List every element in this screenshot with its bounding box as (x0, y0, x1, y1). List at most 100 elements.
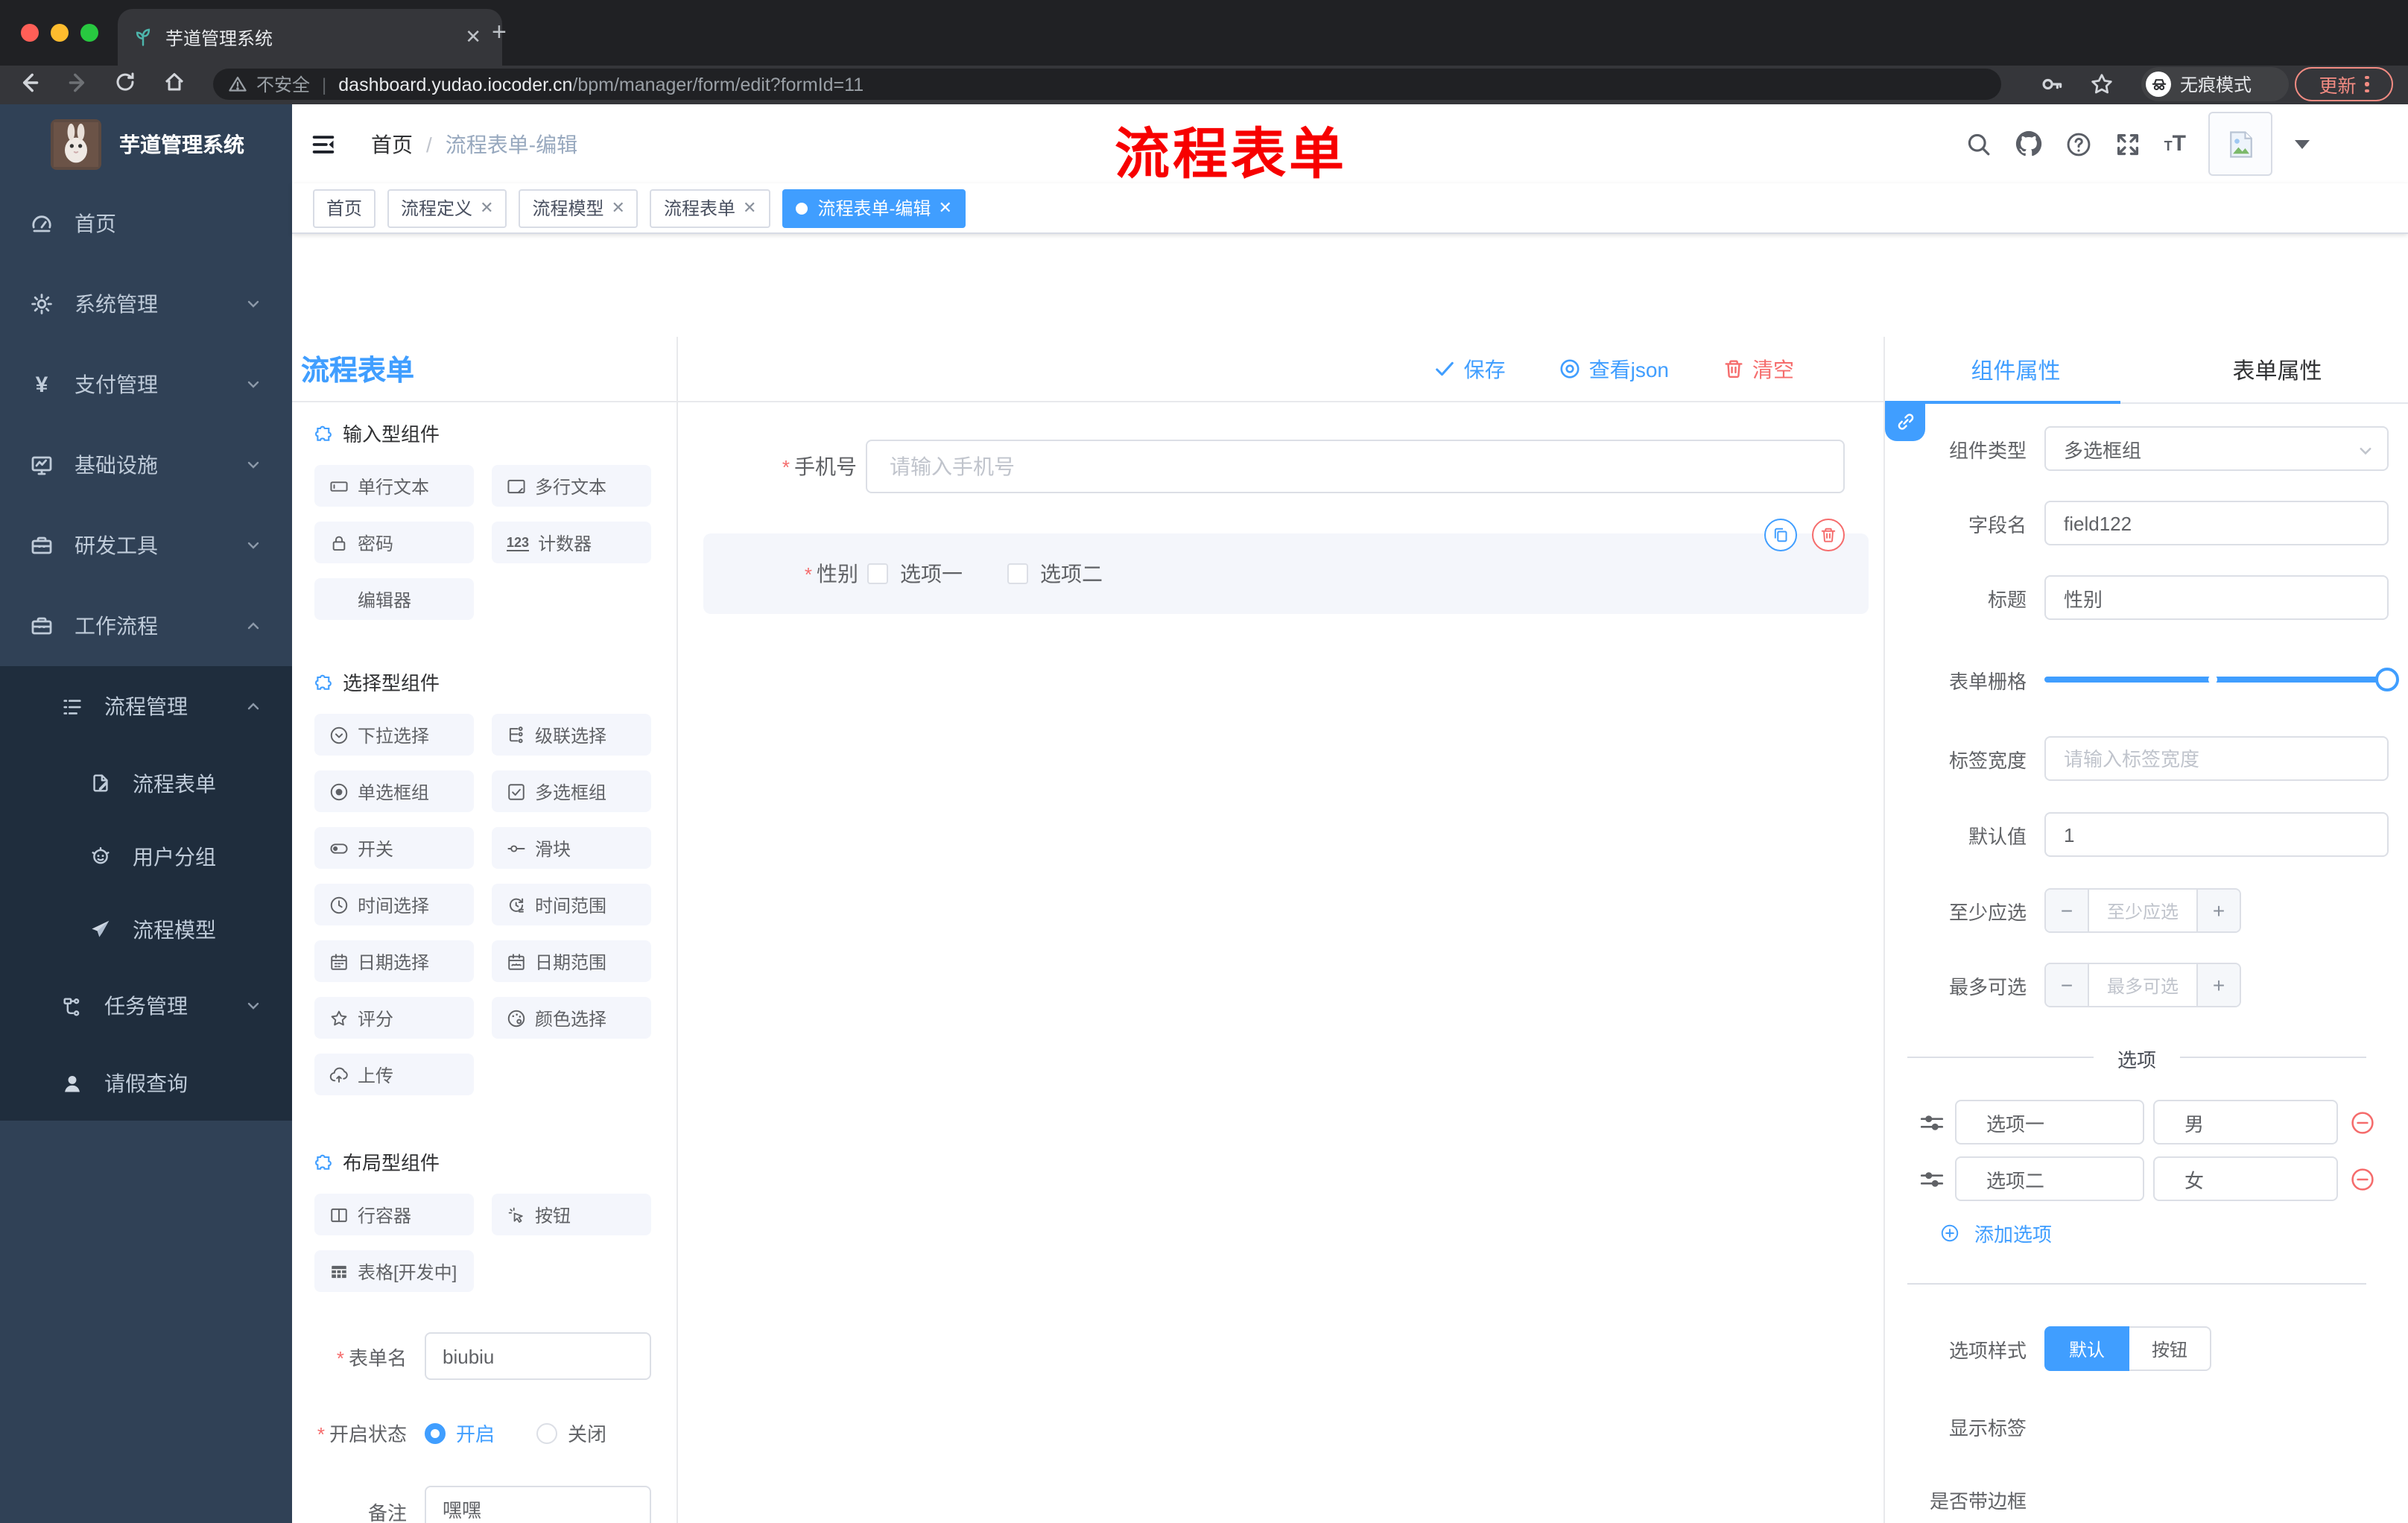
tag-close-icon[interactable]: ✕ (743, 198, 756, 218)
option-1-value-input[interactable] (2153, 1100, 2338, 1144)
style-button-button[interactable]: 按钮 (2129, 1326, 2211, 1371)
style-default-button[interactable]: 默认 (2044, 1326, 2129, 1371)
component-chip-slider[interactable]: 滑块 (492, 827, 651, 869)
component-chip-time-range[interactable]: 时间范围 (492, 884, 651, 925)
label-width-input[interactable] (2044, 736, 2389, 781)
component-chip-row-container[interactable]: 行容器 (314, 1194, 474, 1235)
fullscreen-icon[interactable] (2115, 130, 2142, 157)
option-2-value-input[interactable] (2153, 1156, 2338, 1201)
sidebar-item-payment[interactable]: ¥ 支付管理 (0, 344, 292, 425)
save-button[interactable]: 保存 (1425, 352, 1515, 385)
remove-option-button[interactable] (2350, 1109, 2375, 1135)
component-chip-cascader[interactable]: 级联选择 (492, 714, 651, 756)
field-gender-selected[interactable]: * 性别 选项一 选项二 (703, 519, 1869, 614)
gender-checkbox-1[interactable] (867, 563, 888, 584)
search-icon[interactable] (1966, 130, 1993, 157)
component-chip-date-picker[interactable]: 日期选择 (314, 940, 474, 982)
minimize-window-button[interactable] (51, 24, 69, 42)
sidebar-collapse-icon[interactable] (310, 130, 337, 157)
forward-icon[interactable] (66, 70, 91, 95)
component-chip-upload[interactable]: 上传 (314, 1054, 474, 1095)
sidebar-item-workflow[interactable]: 工作流程 (0, 586, 292, 666)
option-1-label-input[interactable] (1955, 1100, 2144, 1144)
component-chip-button[interactable]: 按钮 (492, 1194, 651, 1235)
stepper-plus-button[interactable]: + (2196, 890, 2240, 931)
tab-close-icon[interactable]: ✕ (459, 25, 487, 49)
component-chip-checkbox-group[interactable]: 多选框组 (492, 770, 651, 812)
password-key-icon[interactable] (2040, 72, 2065, 97)
tag-close-icon[interactable]: ✕ (612, 198, 625, 218)
view-json-button[interactable]: 查看json (1550, 352, 1678, 385)
tab-component-props[interactable]: 组件属性 (1885, 337, 2146, 402)
browser-update-button[interactable]: 更新 (2295, 67, 2393, 101)
status-on-label[interactable]: 开启 (456, 1419, 495, 1447)
stepper-minus-button[interactable]: − (2046, 964, 2089, 1006)
sidebar-item-home[interactable]: 首页 (0, 183, 292, 264)
option-2-label-input[interactable] (1955, 1156, 2144, 1201)
component-chip-table[interactable]: 表格[开发中] (314, 1250, 474, 1292)
default-value-input[interactable] (2044, 812, 2389, 857)
field-phone[interactable]: * 手机号 (678, 440, 1883, 493)
browser-menu-dots-icon[interactable] (2365, 75, 2369, 93)
bookmark-star-icon[interactable] (2089, 72, 2114, 97)
help-icon[interactable] (2066, 130, 2093, 157)
phone-input[interactable] (866, 440, 1845, 493)
form-name-input[interactable] (425, 1332, 651, 1380)
sidebar-item-process-form[interactable]: 流程表单 (0, 747, 292, 820)
component-chip-counter[interactable]: 123 计数器 (492, 522, 651, 563)
reload-icon[interactable] (113, 70, 137, 94)
max-checked-value[interactable]: 最多可选 (2089, 964, 2196, 1006)
delete-field-button[interactable] (1812, 519, 1845, 551)
component-chip-color-picker[interactable]: 颜色选择 (492, 997, 651, 1039)
github-icon[interactable] (2015, 130, 2044, 158)
component-chip-editor[interactable]: 编辑器 (314, 578, 474, 620)
sidebar-item-leave-query[interactable]: 请假查询 (0, 1046, 292, 1121)
component-chip-switch[interactable]: 开关 (314, 827, 474, 869)
browser-tab[interactable]: 芋道管理系统 ✕ (118, 9, 502, 66)
drag-handle-icon[interactable] (1919, 1109, 1945, 1135)
tab-form-props[interactable]: 表单属性 (2146, 337, 2408, 402)
tag-process-model[interactable]: 流程模型 ✕ (519, 189, 639, 227)
component-chip-single-text[interactable]: 单行文本 (314, 465, 474, 507)
sidebar-item-process-model[interactable]: 流程模型 (0, 893, 292, 966)
home-icon[interactable] (162, 70, 186, 94)
min-checked-value[interactable]: 至少应选 (2089, 890, 2196, 931)
tag-process-form-edit[interactable]: 流程表单-编辑 ✕ (782, 189, 966, 227)
slider-handle[interactable] (2375, 668, 2399, 691)
component-chip-time-picker[interactable]: 时间选择 (314, 884, 474, 925)
component-type-select[interactable] (2044, 426, 2389, 471)
sidebar-item-devtools[interactable]: 研发工具 (0, 505, 292, 586)
component-chip-textarea[interactable]: 多行文本 (492, 465, 651, 507)
component-chip-select[interactable]: 下拉选择 (314, 714, 474, 756)
tag-home[interactable]: 首页 (313, 189, 376, 227)
stepper-minus-button[interactable]: − (2046, 890, 2089, 931)
back-icon[interactable] (16, 70, 42, 95)
tag-close-icon[interactable]: ✕ (938, 198, 951, 218)
component-chip-rate[interactable]: 评分 (314, 997, 474, 1039)
zoom-window-button[interactable] (80, 24, 98, 42)
status-off-label[interactable]: 关闭 (568, 1419, 606, 1447)
form-remark-textarea[interactable]: 嘿嘿 (425, 1486, 651, 1523)
status-radio-on[interactable] (425, 1422, 446, 1443)
remove-option-button[interactable] (2350, 1166, 2375, 1191)
gender-option-2-label[interactable]: 选项二 (1040, 559, 1103, 589)
avatar-caret-icon[interactable] (2295, 139, 2310, 156)
sidebar-item-user-group[interactable]: 用户分组 (0, 820, 292, 893)
drag-handle-icon[interactable] (1919, 1166, 1945, 1191)
add-option-button[interactable]: 添加选项 (1885, 1219, 2389, 1247)
component-chip-password[interactable]: 密码 (314, 522, 474, 563)
close-window-button[interactable] (21, 24, 39, 42)
address-bar[interactable]: 不安全 | dashboard.yudao.iocoder.cn/bpm/man… (213, 69, 2001, 100)
sidebar-item-process-mgmt[interactable]: 流程管理 (0, 666, 292, 747)
font-size-icon[interactable]: TT (2164, 130, 2186, 157)
tag-process-form[interactable]: 流程表单 ✕ (650, 189, 770, 227)
component-chip-radio-group[interactable]: 单选框组 (314, 770, 474, 812)
avatar[interactable] (2208, 112, 2272, 176)
sidebar-item-infra[interactable]: 基础设施 (0, 425, 292, 505)
sidebar-item-system[interactable]: 系统管理 (0, 264, 292, 344)
field-name-input[interactable] (2044, 501, 2389, 545)
copy-field-button[interactable] (1764, 519, 1797, 551)
clear-button[interactable]: 清空 (1714, 352, 1803, 385)
title-input[interactable] (2044, 575, 2389, 620)
status-radio-off[interactable] (536, 1422, 558, 1443)
